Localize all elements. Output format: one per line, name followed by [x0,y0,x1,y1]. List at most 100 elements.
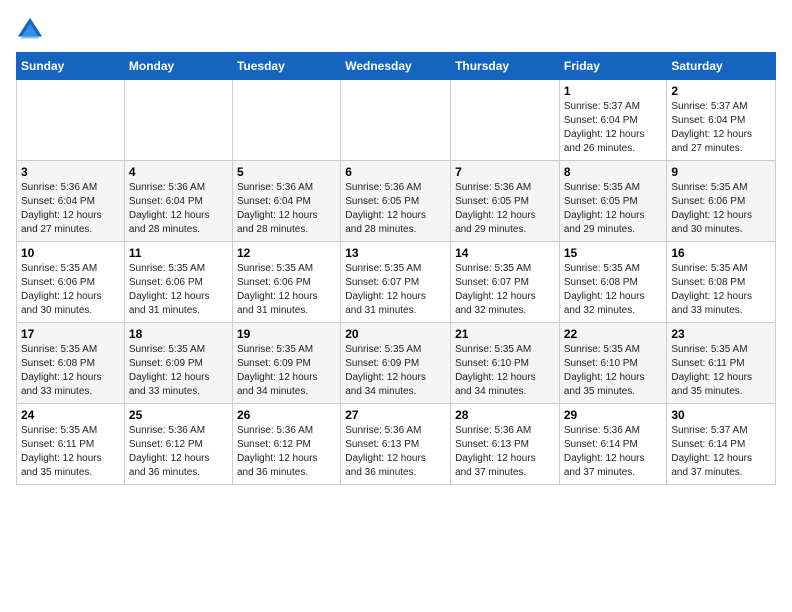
day-info: Sunrise: 5:36 AM Sunset: 6:14 PM Dayligh… [564,424,663,480]
day-cell: 26Sunrise: 5:36 AM Sunset: 6:12 PM Dayli… [232,404,340,485]
day-info: Sunrise: 5:35 AM Sunset: 6:09 PM Dayligh… [129,343,228,399]
day-info: Sunrise: 5:36 AM Sunset: 6:13 PM Dayligh… [345,424,446,480]
calendar-header: SundayMondayTuesdayWednesdayThursdayFrid… [17,53,776,80]
week-row-2: 3 Sunrise: 5:36 AM Sunset: 6:04 PM Daylig… [17,161,776,242]
day-info: Sunrise: 5:35 AM Sunset: 6:11 PM Dayligh… [21,424,120,480]
day-info: Sunrise: 5:36 AM Sunset: 6:04 PM Dayligh… [21,181,120,237]
day-cell: 11 Sunrise: 5:35 AM Sunset: 6:06 PM Dayli… [124,242,232,323]
header-day-thursday: Thursday [451,53,560,80]
day-info: Sunrise: 5:35 AM Sunset: 6:10 PM Dayligh… [455,343,555,399]
day-number: 17 [21,327,120,341]
day-info: Sunrise: 5:35 AM Sunset: 6:08 PM Dayligh… [671,262,771,318]
day-info: Sunrise: 5:37 AM Sunset: 6:14 PM Dayligh… [671,424,771,480]
day-info: Sunrise: 5:35 AM Sunset: 6:06 PM Dayligh… [129,262,228,318]
day-number: 29 [564,408,663,422]
day-number: 21 [455,327,555,341]
day-number: 25 [129,408,228,422]
day-cell: 13 Sunrise: 5:35 AM Sunset: 6:07 PM Dayli… [341,242,451,323]
calendar-body: 1Sunrise: 5:37 AM Sunset: 6:04 PM Daylig… [17,80,776,485]
day-info: Sunrise: 5:36 AM Sunset: 6:05 PM Dayligh… [345,181,446,237]
header-day-wednesday: Wednesday [341,53,451,80]
day-cell: 6 Sunrise: 5:36 AM Sunset: 6:05 PM Daylig… [341,161,451,242]
day-number: 16 [671,246,771,260]
day-cell: 2 Sunrise: 5:37 AM Sunset: 6:04 PM Daylig… [667,80,776,161]
header-day-tuesday: Tuesday [232,53,340,80]
day-info: Sunrise: 5:36 AM Sunset: 6:05 PM Dayligh… [455,181,555,237]
day-number: 2 [671,84,771,98]
day-info: Sunrise: 5:36 AM Sunset: 6:04 PM Dayligh… [237,181,336,237]
day-number: 20 [345,327,446,341]
day-number: 11 [129,246,228,260]
day-cell: 21 Sunrise: 5:35 AM Sunset: 6:10 PM Dayli… [451,323,560,404]
day-number: 30 [671,408,771,422]
day-cell: 25 Sunrise: 5:36 AM Sunset: 6:12 PM Dayli… [124,404,232,485]
logo-icon [16,16,44,44]
day-info: Sunrise: 5:36 AM Sunset: 6:12 PM Dayligh… [129,424,228,480]
header-day-sunday: Sunday [17,53,125,80]
header [16,16,776,44]
day-number: 7 [455,165,555,179]
day-info: Sunrise: 5:35 AM Sunset: 6:06 PM Dayligh… [237,262,336,318]
day-cell: 30 Sunrise: 5:37 AM Sunset: 6:14 PM Dayli… [667,404,776,485]
day-info: Sunrise: 5:35 AM Sunset: 6:09 PM Dayligh… [345,343,446,399]
day-number: 5 [237,165,336,179]
day-cell [124,80,232,161]
day-number: 10 [21,246,120,260]
day-cell: 14 Sunrise: 5:35 AM Sunset: 6:07 PM Dayli… [451,242,560,323]
day-info: Sunrise: 5:35 AM Sunset: 6:06 PM Dayligh… [21,262,120,318]
day-cell: 28 Sunrise: 5:36 AM Sunset: 6:13 PM Dayli… [451,404,560,485]
header-row: SundayMondayTuesdayWednesdayThursdayFrid… [17,53,776,80]
day-cell [451,80,560,161]
day-number: 15 [564,246,663,260]
day-cell: 20 Sunrise: 5:35 AM Sunset: 6:09 PM Dayli… [341,323,451,404]
day-number: 4 [129,165,228,179]
day-cell: 9 Sunrise: 5:35 AM Sunset: 6:06 PM Daylig… [667,161,776,242]
day-info: Sunrise: 5:35 AM Sunset: 6:07 PM Dayligh… [455,262,555,318]
day-number: 13 [345,246,446,260]
day-cell [232,80,340,161]
day-info: Sunrise: 5:36 AM Sunset: 6:13 PM Dayligh… [455,424,555,480]
day-info: Sunrise: 5:36 AM Sunset: 6:12 PM Dayligh… [237,424,336,480]
day-info: Sunrise: 5:36 AM Sunset: 6:04 PM Dayligh… [129,181,228,237]
day-number: 24 [21,408,120,422]
week-row-1: 1Sunrise: 5:37 AM Sunset: 6:04 PM Daylig… [17,80,776,161]
week-row-3: 10 Sunrise: 5:35 AM Sunset: 6:06 PM Dayli… [17,242,776,323]
day-number: 22 [564,327,663,341]
day-cell: 22 Sunrise: 5:35 AM Sunset: 6:10 PM Dayli… [559,323,667,404]
header-day-monday: Monday [124,53,232,80]
day-cell: 18 Sunrise: 5:35 AM Sunset: 6:09 PM Dayli… [124,323,232,404]
day-cell: 15Sunrise: 5:35 AM Sunset: 6:08 PM Dayli… [559,242,667,323]
day-info: Sunrise: 5:35 AM Sunset: 6:10 PM Dayligh… [564,343,663,399]
day-info: Sunrise: 5:35 AM Sunset: 6:11 PM Dayligh… [671,343,771,399]
logo [16,16,48,44]
day-info: Sunrise: 5:35 AM Sunset: 6:06 PM Dayligh… [671,181,771,237]
day-number: 23 [671,327,771,341]
day-number: 6 [345,165,446,179]
day-cell: 10 Sunrise: 5:35 AM Sunset: 6:06 PM Dayli… [17,242,125,323]
day-cell: 23 Sunrise: 5:35 AM Sunset: 6:11 PM Dayli… [667,323,776,404]
day-cell: 17 Sunrise: 5:35 AM Sunset: 6:08 PM Dayli… [17,323,125,404]
day-cell: 7 Sunrise: 5:36 AM Sunset: 6:05 PM Daylig… [451,161,560,242]
calendar-table: SundayMondayTuesdayWednesdayThursdayFrid… [16,52,776,485]
day-number: 28 [455,408,555,422]
day-cell: 16 Sunrise: 5:35 AM Sunset: 6:08 PM Dayli… [667,242,776,323]
day-cell: 19 Sunrise: 5:35 AM Sunset: 6:09 PM Dayli… [232,323,340,404]
day-info: Sunrise: 5:37 AM Sunset: 6:04 PM Dayligh… [564,100,663,156]
day-number: 19 [237,327,336,341]
day-cell: 24 Sunrise: 5:35 AM Sunset: 6:11 PM Dayli… [17,404,125,485]
header-day-friday: Friday [559,53,667,80]
day-number: 8 [564,165,663,179]
day-number: 18 [129,327,228,341]
day-info: Sunrise: 5:35 AM Sunset: 6:08 PM Dayligh… [21,343,120,399]
day-number: 27 [345,408,446,422]
day-cell: 3 Sunrise: 5:36 AM Sunset: 6:04 PM Daylig… [17,161,125,242]
day-number: 12 [237,246,336,260]
day-cell [17,80,125,161]
day-info: Sunrise: 5:37 AM Sunset: 6:04 PM Dayligh… [671,100,771,156]
day-number: 9 [671,165,771,179]
day-info: Sunrise: 5:35 AM Sunset: 6:05 PM Dayligh… [564,181,663,237]
day-info: Sunrise: 5:35 AM Sunset: 6:07 PM Dayligh… [345,262,446,318]
day-number: 3 [21,165,120,179]
day-info: Sunrise: 5:35 AM Sunset: 6:09 PM Dayligh… [237,343,336,399]
day-number: 14 [455,246,555,260]
